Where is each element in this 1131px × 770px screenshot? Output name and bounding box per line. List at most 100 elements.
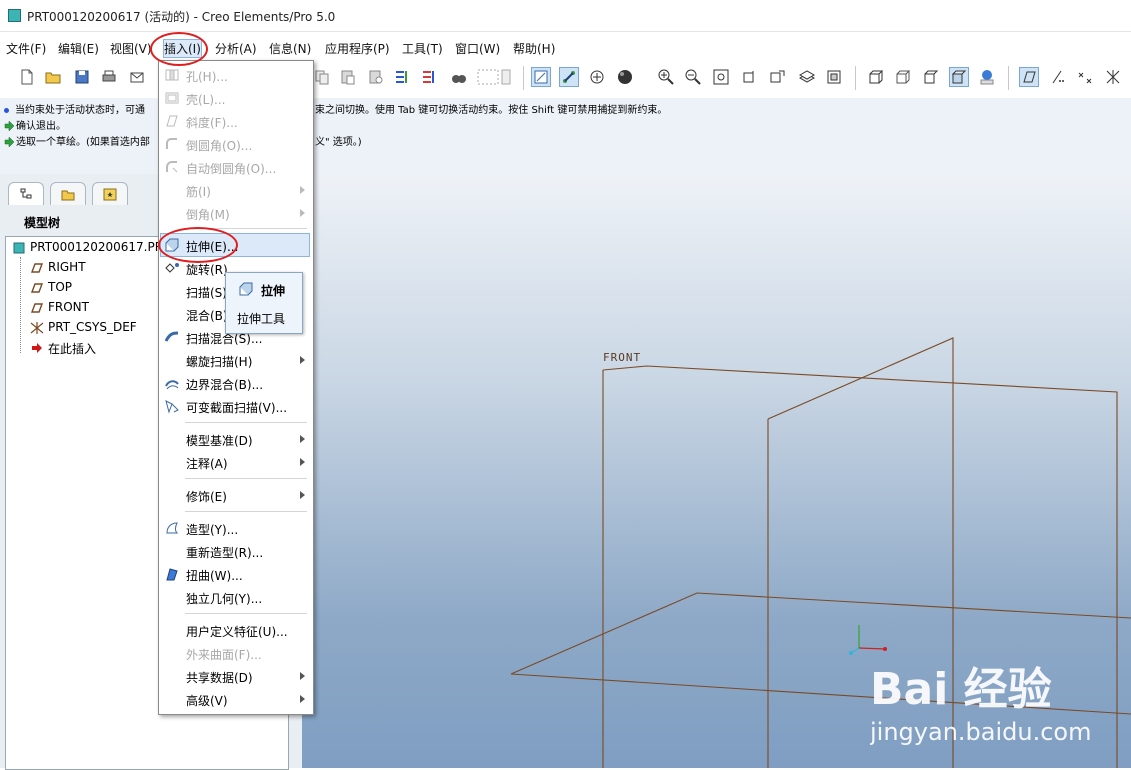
open-folder-icon[interactable] [44, 68, 62, 86]
submenu-arrow-icon [300, 695, 305, 703]
selection-filter-dropdown[interactable] [476, 68, 512, 86]
menu-item-model-datum[interactable]: 模型基准(D) [159, 428, 313, 450]
csys-display-icon[interactable] [1104, 68, 1122, 86]
refit-icon[interactable] [712, 68, 730, 86]
extrude-tooltip: 拉伸 拉伸工具 [225, 272, 303, 334]
submenu-arrow-icon [300, 435, 305, 443]
warp-icon [166, 568, 178, 581]
menu-tools[interactable]: 工具(T) [402, 40, 443, 57]
annotation-circle-insert [150, 32, 208, 66]
tree-icon [20, 188, 32, 199]
watermark-brand: Bai 经验 [870, 664, 1052, 715]
axis-display-icon[interactable] [1048, 68, 1066, 86]
annotation-circle-extrude [158, 227, 238, 263]
copy-icon[interactable] [313, 68, 331, 86]
datum-display-icon[interactable] [531, 67, 551, 87]
submenu-arrow-icon [300, 186, 305, 194]
part-icon [13, 242, 25, 254]
menu-analysis[interactable]: 分析(A) [215, 40, 257, 57]
zoom-in-icon[interactable] [657, 68, 675, 86]
regenerate-icon[interactable] [393, 68, 411, 86]
menu-item-round[interactable]: 倒圆角(O)... [159, 133, 313, 155]
message-line: 选取一个草绘。(如果首选内部 义" 选项。) [4, 133, 362, 148]
appearance-icon[interactable] [978, 68, 996, 86]
menu-window[interactable]: 窗口(W) [455, 40, 500, 57]
paste-special-icon[interactable] [367, 68, 385, 86]
menu-info[interactable]: 信息(N) [269, 40, 311, 57]
menu-item-shared-data[interactable]: 共享数据(D) [159, 665, 313, 687]
menu-help[interactable]: 帮助(H) [513, 40, 555, 57]
submenu-arrow-icon [300, 672, 305, 680]
insert-menu: 孔(H)... 壳(L)... 斜度(F)... 倒圆角(O)... 自动倒圆角… [158, 60, 314, 715]
save-icon[interactable] [73, 68, 91, 86]
tab-favorites[interactable] [92, 182, 128, 205]
datum-plane-icon [30, 263, 44, 273]
datum-axis-icon[interactable] [559, 67, 579, 87]
menu-item-restyle[interactable]: 重新造型(R)... [159, 540, 313, 562]
wireframe-icon[interactable] [867, 68, 885, 86]
send-mail-icon[interactable] [128, 68, 146, 86]
model-tree-title: 模型树 [24, 216, 61, 230]
reorient-icon[interactable] [740, 68, 758, 86]
menu-item-shell[interactable]: 壳(L)... [159, 87, 313, 109]
datum-plane-icon [30, 283, 44, 293]
var-section-sweep-icon [165, 400, 179, 414]
message-line: 确认退出。 [4, 117, 66, 132]
menu-item-helical-sweep[interactable]: 螺旋扫描(H) [159, 349, 313, 371]
paste-icon[interactable] [339, 68, 357, 86]
menu-edit[interactable]: 编辑(E) [58, 40, 99, 57]
extrude-icon [239, 282, 253, 296]
point-display-icon[interactable] [1076, 68, 1094, 86]
menu-item-rib[interactable]: 筋(I) [159, 179, 313, 201]
layers-icon[interactable] [798, 68, 816, 86]
info-bullet-icon [4, 107, 9, 113]
swept-blend-icon [164, 331, 179, 342]
menu-item-udf[interactable]: 用户定义特征(U)... [159, 619, 313, 641]
submenu-arrow-icon [300, 209, 305, 217]
menu-item-annotation[interactable]: 注释(A) [159, 451, 313, 473]
menu-applications[interactable]: 应用程序(P) [325, 40, 390, 57]
menu-item-foreign-surface[interactable]: 外来曲面(F)... [159, 642, 313, 664]
menu-item-warp[interactable]: 扭曲(W)... [159, 563, 313, 585]
new-file-icon[interactable] [18, 68, 36, 86]
datum-point-icon[interactable] [588, 68, 606, 86]
tab-model-tree[interactable] [8, 182, 44, 205]
menu-item-independent-geometry[interactable]: 独立几何(Y)... [159, 586, 313, 608]
menu-file[interactable]: 文件(F) [6, 40, 46, 57]
saved-views-icon[interactable] [768, 68, 786, 86]
hole-icon [165, 69, 179, 81]
message-line: 当约束处于活动状态时，可通 束之间切换。使用 Tab 键可切换活动约束。按住 S… [4, 101, 667, 116]
regen-manager-icon[interactable] [420, 68, 438, 86]
shading-icon[interactable] [616, 68, 634, 86]
auto-round-icon [166, 161, 178, 173]
draft-icon [166, 115, 178, 127]
tab-folder-browser[interactable] [50, 182, 86, 205]
zoom-out-icon[interactable] [684, 68, 702, 86]
find-icon[interactable] [450, 68, 468, 86]
insert-arrow-icon [32, 343, 42, 353]
menu-item-style[interactable]: 造型(Y)... [159, 517, 313, 539]
revolve-icon [165, 263, 179, 273]
shaded-icon[interactable] [949, 67, 969, 87]
no-hidden-icon[interactable] [922, 68, 940, 86]
submenu-arrow-icon [300, 491, 305, 499]
menu-item-var-section-sweep[interactable]: 可变截面扫描(V)... [159, 395, 313, 417]
front-datum-label: FRONT [603, 351, 642, 364]
menu-item-draft[interactable]: 斜度(F)... [159, 110, 313, 132]
view-manager-icon[interactable] [825, 68, 843, 86]
baidu-watermark: Bai 经验 jingyan.baidu.com [870, 664, 1091, 746]
menu-item-chamfer[interactable]: 倒角(M) [159, 202, 313, 224]
csys-icon [30, 322, 44, 334]
round-icon [166, 138, 177, 149]
print-icon[interactable] [100, 68, 118, 86]
favorites-icon [103, 188, 117, 201]
menu-view[interactable]: 视图(V) [110, 40, 152, 57]
menu-item-cosmetic[interactable]: 修饰(E) [159, 484, 313, 506]
menu-item-hole[interactable]: 孔(H)... [159, 64, 313, 86]
hidden-line-icon[interactable] [894, 68, 912, 86]
menu-item-boundary-blend[interactable]: 边界混合(B)... [159, 372, 313, 394]
arrow-right-icon [4, 121, 14, 131]
menu-item-auto-round[interactable]: 自动倒圆角(O)... [159, 156, 313, 178]
menu-item-advanced[interactable]: 高级(V) [159, 688, 313, 710]
plane-display-icon[interactable] [1019, 67, 1039, 87]
